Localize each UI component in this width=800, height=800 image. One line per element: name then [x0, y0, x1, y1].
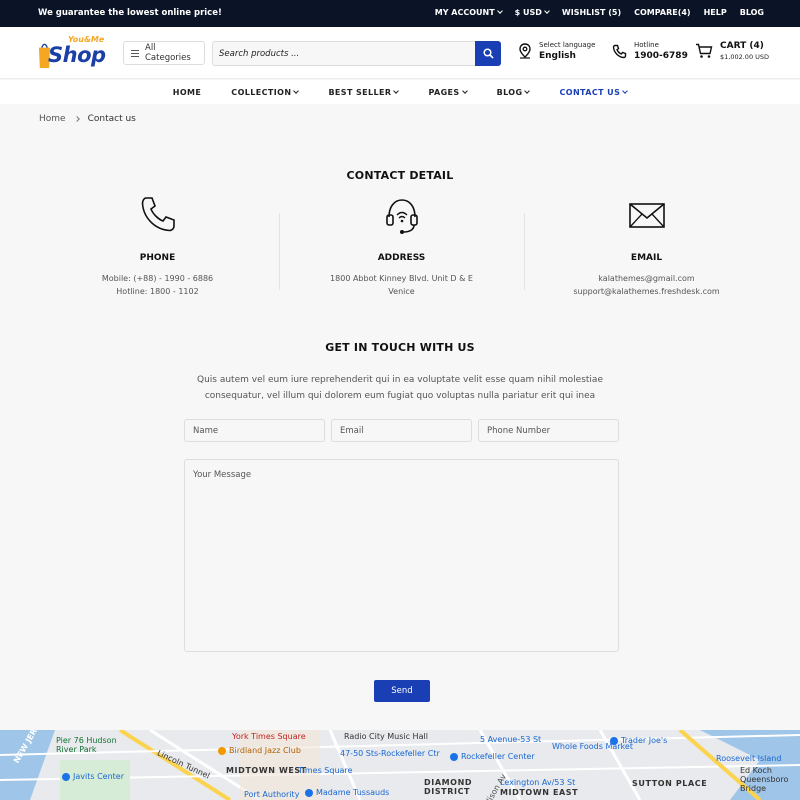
phone-mobile: Mobile: (+88) - 1990 - 6886 — [101, 274, 214, 283]
map-label: Birdland Jazz Club — [218, 746, 301, 755]
address-title: ADDRESS — [377, 253, 426, 263]
nav-item-pages[interactable]: PAGES — [428, 87, 468, 97]
breadcrumb-home[interactable]: Home — [39, 114, 66, 124]
breadcrumb-current: Contact us — [87, 114, 136, 124]
nav-item-contact-us-label: CONTACT US — [559, 87, 621, 97]
logo-text: Shop — [48, 43, 106, 67]
get-in-touch-heading: GET IN TOUCH WITH US — [325, 341, 475, 354]
form-intro: Quis autem vel eum iure reprehenderit qu… — [197, 375, 603, 401]
hotline-caption: Hotline — [634, 41, 659, 49]
cart-button[interactable]: CART (4) $1,002.00 USD — [695, 41, 769, 61]
address-line-1: 1800 Abbot Kinney Blvd. Unit D & E — [330, 274, 473, 283]
all-categories-button[interactable]: All Categories — [123, 41, 205, 65]
top-links: MY ACCOUNT $ USD WISHLIST (5) COMPARE(4)… — [435, 8, 764, 17]
my-account-label: MY ACCOUNT — [434, 8, 495, 17]
chevron-down-icon — [393, 87, 400, 94]
chevron-down-icon — [524, 87, 531, 94]
map-label: SUTTON PLACE — [632, 779, 708, 788]
phone-block: PHONE Mobile: (+88) - 1990 - 6886 Hotlin… — [35, 195, 280, 296]
all-categories-label: All Categories — [145, 43, 191, 63]
compare-link[interactable]: COMPARE(4) — [634, 8, 690, 17]
nav-item-best-seller-label: BEST SELLER — [328, 87, 392, 97]
map-label: Trader Joe's — [610, 736, 667, 745]
cart-label: CART (4) — [720, 41, 764, 51]
nav-item-collection[interactable]: COLLECTION — [231, 87, 300, 97]
map-label: DIAMOND DISTRICT — [424, 778, 473, 796]
cart-total: $1,002.00 USD — [720, 53, 770, 61]
phone-hotline: Hotline: 1800 - 1102 — [116, 287, 199, 296]
menu-icon — [131, 49, 139, 57]
search-bar — [212, 41, 501, 66]
nav-item-blog-label: BLOG — [496, 87, 523, 97]
chevron-down-icon — [293, 87, 300, 94]
email-block: EMAIL kalathemes@gmail.com support@kalat… — [524, 195, 769, 296]
map[interactable]: NEW JERSEY Pier 76 Hudson River Park Jav… — [0, 730, 800, 800]
map-label: Rockefeller Center — [450, 752, 535, 761]
map-label: 5 Avenue-53 St — [480, 735, 542, 744]
nav-item-pages-label: PAGES — [428, 87, 460, 97]
map-label: Lexington Av/53 St — [500, 778, 576, 787]
nav-item-home[interactable]: HOME — [173, 88, 202, 97]
nav-item-contact-us[interactable]: CONTACT US — [559, 87, 629, 97]
hotline-number: 1900-6789 — [634, 51, 688, 61]
search-button[interactable] — [475, 41, 501, 66]
map-label: Times Square — [298, 766, 353, 775]
search-icon — [482, 48, 494, 59]
email-line-1[interactable]: kalathemes@gmail.com — [524, 274, 769, 283]
map-label: Madame Tussauds — [305, 788, 389, 797]
chevron-right-icon — [73, 116, 80, 122]
phone-icon — [141, 197, 175, 232]
top-bar: We guarantee the lowest online price! MY… — [0, 0, 800, 27]
email-line-2[interactable]: support@kalathemes.freshdesk.com — [524, 287, 769, 296]
my-account-link[interactable]: MY ACCOUNT — [434, 8, 503, 17]
logo[interactable]: You&Me Shop — [38, 33, 106, 73]
map-label: Javits Center — [62, 772, 124, 781]
map-label: Ed Koch Queensboro Bridge — [740, 766, 789, 793]
chevron-down-icon — [461, 87, 468, 94]
email-title: EMAIL — [630, 253, 663, 263]
contact-detail-heading: CONTACT DETAIL — [346, 169, 454, 182]
currency-label: $ USD — [514, 8, 542, 17]
map-label: 47-50 Sts-Rockefeller Ctr — [340, 749, 440, 758]
language-value: English — [539, 51, 576, 61]
phone-title: PHONE — [139, 253, 176, 263]
header: You&Me Shop All Categories Select langua… — [0, 27, 800, 79]
breadcrumb: Home Contact us — [39, 114, 136, 124]
headset-icon — [385, 199, 418, 234]
chevron-down-icon — [496, 8, 503, 14]
language-caption: Select language — [539, 41, 596, 49]
blog-link[interactable]: BLOG — [740, 8, 764, 17]
wishlist-link[interactable]: WISHLIST (5) — [562, 8, 621, 17]
currency-link[interactable]: $ USD — [514, 8, 550, 17]
message-field[interactable] — [184, 459, 619, 652]
nav-item-blog[interactable]: BLOG — [496, 87, 531, 97]
phone-icon — [612, 44, 627, 58]
hotline[interactable]: Hotline 1900-6789 — [612, 41, 688, 61]
map-label: MIDTOWN WEST — [226, 766, 307, 775]
language-selector[interactable]: Select language English — [518, 41, 595, 61]
map-label: York Times Square — [232, 732, 306, 741]
search-input[interactable] — [213, 42, 475, 65]
map-label: Roosevelt Island — [716, 754, 782, 763]
location-pin-icon — [519, 43, 531, 59]
address-block: ADDRESS 1800 Abbot Kinney Blvd. Unit D &… — [279, 195, 524, 296]
help-link[interactable]: HELP — [704, 8, 727, 17]
chevron-down-icon — [544, 8, 550, 14]
email-field[interactable] — [331, 419, 472, 442]
map-label: Pier 76 Hudson River Park — [56, 736, 117, 754]
map-label: MIDTOWN EAST — [500, 788, 579, 797]
map-label: Port Authority — [244, 790, 300, 799]
send-button[interactable]: Send — [374, 680, 430, 702]
cart-icon — [696, 43, 713, 58]
nav-item-best-seller[interactable]: BEST SELLER — [328, 87, 400, 97]
promo-text: We guarantee the lowest online price! — [38, 8, 222, 18]
nav-item-collection-label: COLLECTION — [231, 87, 292, 97]
name-field[interactable] — [184, 419, 325, 442]
address-line-2: Venice — [388, 287, 415, 296]
phone-field[interactable] — [478, 419, 619, 442]
envelope-icon — [628, 203, 665, 228]
main-nav: HOME COLLECTION BEST SELLER PAGES BLOG C… — [0, 80, 800, 104]
map-label: Radio City Music Hall — [344, 732, 428, 741]
chevron-down-icon — [622, 87, 629, 94]
